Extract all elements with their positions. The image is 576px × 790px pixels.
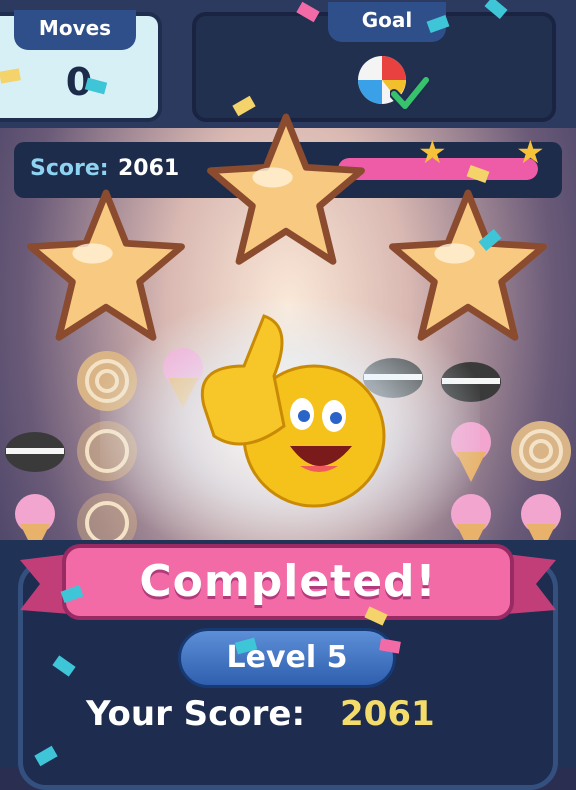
cinnamon-roll-tile[interactable] — [508, 418, 574, 484]
thumbs-up-smiley-icon — [201, 314, 386, 508]
moves-label: Moves — [14, 10, 136, 50]
level-badge: Level 5 — [178, 628, 396, 688]
your-score-label: Your Score: — [86, 694, 306, 734]
score-value: 2061 — [118, 156, 180, 181]
your-score-value: 2061 — [340, 694, 435, 734]
moves-value: 0 — [65, 60, 93, 104]
completed-title: Completed! — [139, 556, 437, 607]
score-label: Score: — [30, 156, 109, 181]
progress-star-icon: ★ — [418, 133, 447, 171]
star-icon — [389, 189, 547, 341]
star-icon — [207, 113, 365, 265]
progress-star-icon: ★ — [516, 133, 545, 171]
check-mark-icon — [390, 75, 430, 111]
star-icon — [27, 189, 185, 341]
moves-panel: Moves 0 — [0, 10, 162, 122]
cookie-sandwich-tile[interactable] — [2, 418, 68, 484]
